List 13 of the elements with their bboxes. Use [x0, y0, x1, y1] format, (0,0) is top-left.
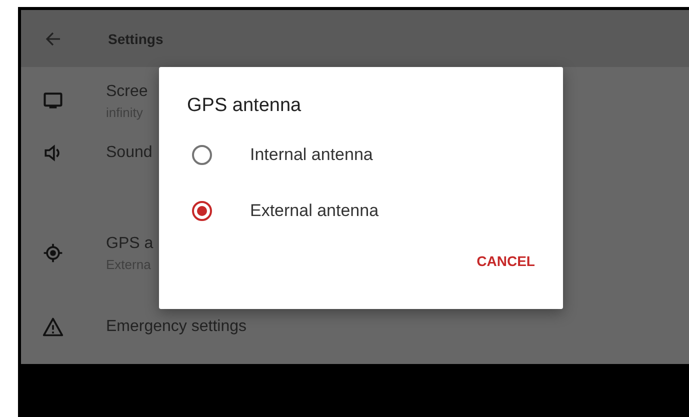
- setting-title[interactable]: Sound: [106, 144, 152, 162]
- cancel-button[interactable]: CANCEL: [470, 247, 541, 275]
- setting-title[interactable]: Scree: [106, 82, 148, 100]
- screen-title: Settings: [108, 30, 164, 46]
- dialog-title: GPS antenna: [187, 95, 302, 118]
- target-icon: [42, 242, 64, 264]
- warning-icon: [42, 316, 64, 338]
- option-label[interactable]: External antenna: [250, 201, 379, 221]
- radio-button[interactable]: [192, 201, 212, 221]
- setting-title[interactable]: Emergency settings: [106, 318, 247, 336]
- radio-button[interactable]: [192, 145, 212, 165]
- option-label[interactable]: Internal antenna: [250, 145, 373, 165]
- setting-title[interactable]: GPS a: [106, 234, 154, 252]
